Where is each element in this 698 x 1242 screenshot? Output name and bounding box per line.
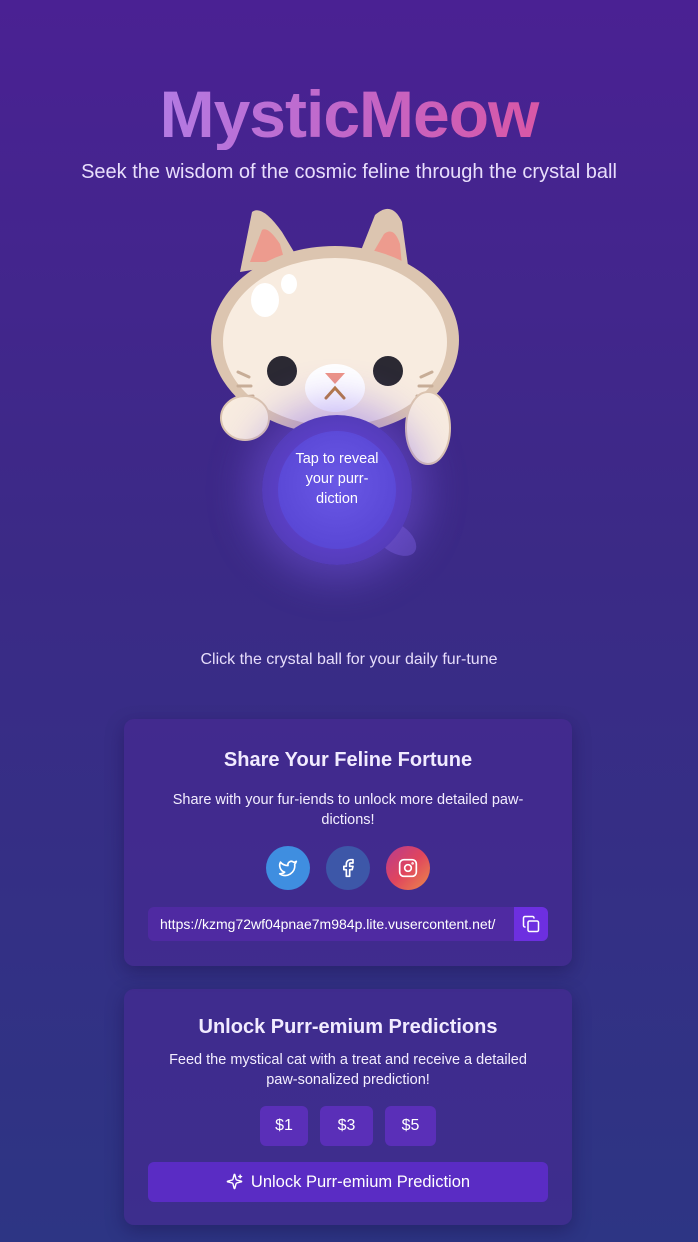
unlock-premium-button[interactable]: Unlock Purr-emium Prediction: [148, 1162, 548, 1202]
share-instagram-button[interactable]: [386, 846, 430, 890]
facebook-icon: [343, 858, 354, 878]
share-facebook-button[interactable]: [326, 846, 370, 890]
sparkles-icon: [226, 1173, 243, 1190]
share-card-title: Share Your Feline Fortune: [223, 749, 473, 771]
copy-link-button[interactable]: [514, 907, 548, 941]
oracle-stage: Tap to reveal your purr-diction: [0, 0, 698, 620]
share-card-description: Share with your fur-iends to unlock more…: [172, 792, 524, 828]
share-card: Share Your Feline Fortune Share with you…: [124, 719, 572, 966]
unlock-premium-label: Unlock Purr-emium Prediction: [250, 1173, 471, 1191]
premium-card: Unlock Purr-emium Predictions Feed the m…: [124, 989, 572, 1225]
amount-button-3[interactable]: $3: [320, 1106, 373, 1146]
amount-button-5[interactable]: $5: [385, 1106, 436, 1146]
premium-card-title: Unlock Purr-emium Predictions: [198, 1016, 498, 1038]
twitter-icon: [278, 860, 298, 877]
share-link-field[interactable]: https://kzmg72wf04pnae7m984p.lite.vuserc…: [148, 907, 514, 941]
premium-card-description: Feed the mystical cat with a treat and r…: [169, 1052, 527, 1088]
copy-icon: [522, 915, 540, 933]
crystal-ball-label[interactable]: Tap to reveal your purr-diction: [290, 449, 384, 509]
amount-button-1[interactable]: $1: [260, 1106, 308, 1146]
instagram-icon: [398, 858, 418, 878]
share-twitter-button[interactable]: [266, 846, 310, 890]
crystal-ball-hint: Click the crystal ball for your daily fu…: [200, 651, 498, 668]
